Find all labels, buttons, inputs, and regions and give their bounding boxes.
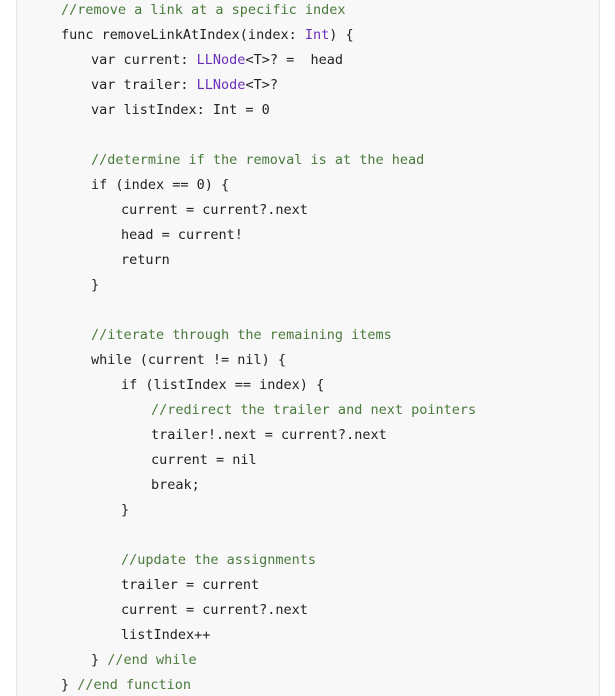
code-line: func removeLinkAtIndex(index: Int) { [61,25,354,45]
code-token-plain: } [91,277,100,293]
code-token-plain: listIndex++ [121,627,211,643]
code-token-plain: head = current! [121,227,243,243]
code-token-comment: //redirect the trailer and next pointers [151,402,477,418]
code-line: current = current?.next [121,200,308,220]
code-line: //remove a link at a specific index [61,0,345,20]
code-line: } //end while [91,650,197,670]
code-token-plain: trailer = current [121,577,260,593]
code-line: //iterate through the remaining items [91,325,392,345]
code-token-plain: func removeLinkAtIndex(index: [61,27,305,43]
code-line: } //end function [61,675,191,695]
code-token-plain: current = nil [151,452,257,468]
code-line: } [91,275,99,295]
code-token-plain: } [61,677,78,693]
code-token-comment: //iterate through the remaining items [91,327,392,343]
code-line: var current: LLNode<T>? = head [91,50,343,70]
code-token-plain: break; [151,477,200,493]
code-token-plain: while (current != nil) { [91,352,287,368]
code-token-plain: var current: [91,52,197,68]
code-line: return [121,250,170,270]
code-line: current = nil [151,450,257,470]
code-line: head = current! [121,225,243,245]
code-line: break; [151,475,200,495]
code-token-plain: trailer!.next = current?.next [151,427,387,443]
code-token-plain: } [91,652,108,668]
code-token-plain: <T>? = head [245,52,343,68]
code-token-comment: //determine if the removal is at the hea… [91,152,425,168]
code-line: if (index == 0) { [91,175,229,195]
code-line: trailer = current [121,575,259,595]
code-token-plain: if (listIndex == index) { [121,377,325,393]
code-token-comment: //end while [107,652,197,668]
code-token-plain: var listIndex: Int = 0 [91,102,270,118]
code-token-plain: ) { [329,27,354,43]
code-token-type: LLNode [196,77,246,93]
code-line: //redirect the trailer and next pointers [151,400,476,420]
code-token-plain: if (index == 0) { [91,177,230,193]
code-line: if (listIndex == index) { [121,375,324,395]
code-token-comment: //end function [77,677,192,693]
code-token-plain: <T>? [245,77,278,93]
code-line: while (current != nil) { [91,350,286,370]
code-line: listIndex++ [121,625,210,645]
code-line: //determine if the removal is at the hea… [91,150,424,170]
code-line: trailer!.next = current?.next [151,425,387,445]
code-token-type: Int [304,27,330,43]
code-token-type: LLNode [196,52,246,68]
code-line: var trailer: LLNode<T>? [91,75,278,95]
code-line: } [121,500,129,520]
code-block: //remove a link at a specific index func … [16,0,600,696]
code-line: current = current?.next [121,600,308,620]
code-token-plain: current = current?.next [121,202,308,218]
code-line: var listIndex: Int = 0 [91,100,270,120]
code-token-comment: //update the assignments [121,552,317,568]
code-line: //update the assignments [121,550,316,570]
code-token-plain: var trailer: [91,77,197,93]
code-token-plain: return [121,252,170,268]
code-token-plain: current = current?.next [121,602,308,618]
code-token-comment: //remove a link at a specific index [61,2,346,18]
code-token-plain: } [121,502,130,518]
